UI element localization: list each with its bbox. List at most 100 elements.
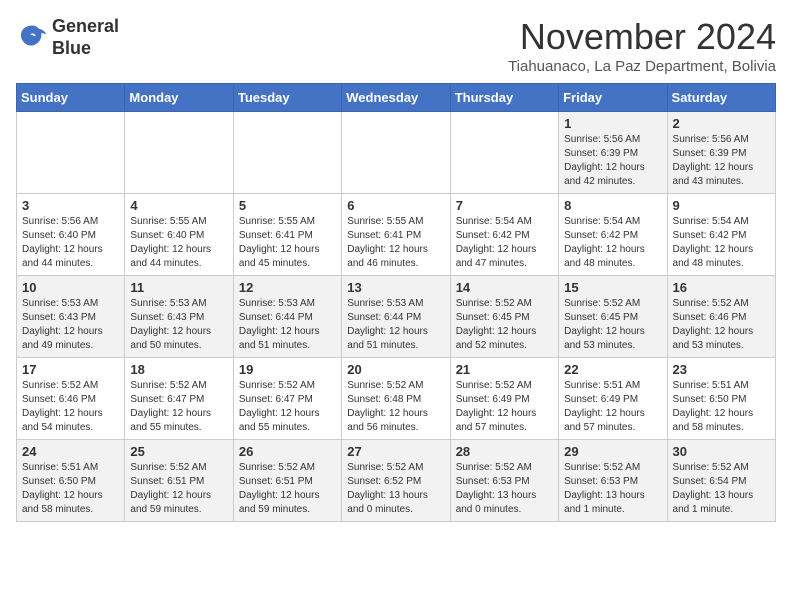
day-number: 2 bbox=[673, 116, 770, 131]
calendar-cell: 21 Sunrise: 5:52 AMSunset: 6:49 PMDayligh… bbox=[450, 358, 558, 440]
day-number: 1 bbox=[564, 116, 661, 131]
day-info: Sunrise: 5:52 AMSunset: 6:53 PMDaylight:… bbox=[564, 461, 661, 517]
day-number: 11 bbox=[130, 280, 227, 295]
day-info: Sunrise: 5:52 AMSunset: 6:46 PMDaylight:… bbox=[673, 297, 770, 353]
week-row-2: 3Sunrise: 5:56 AMSunset: 6:40 PMDaylight… bbox=[17, 194, 776, 276]
day-info: Sunrise: 5:54 AMSunset: 6:42 PMDaylight:… bbox=[673, 215, 770, 271]
day-number: 27 bbox=[347, 444, 444, 459]
day-number: 29 bbox=[564, 444, 661, 459]
calendar-cell: 1 Sunrise: 5:56 AMSunset: 6:39 PMDaylight… bbox=[559, 112, 667, 194]
logo-icon bbox=[16, 22, 48, 54]
calendar-cell: 26 Sunrise: 5:52 AMSunset: 6:51 PMDayligh… bbox=[233, 440, 341, 522]
day-info: Sunrise: 5:53 AMSunset: 6:43 PMDaylight:… bbox=[130, 297, 227, 353]
week-row-4: 17 Sunrise: 5:52 AMSunset: 6:46 PMDayligh… bbox=[17, 358, 776, 440]
day-info: Sunrise: 5:51 AMSunset: 6:50 PMDaylight:… bbox=[673, 379, 770, 435]
calendar-cell: 8 Sunrise: 5:54 AMSunset: 6:42 PMDaylight… bbox=[559, 194, 667, 276]
location-subtitle: Tiahuanaco, La Paz Department, Bolivia bbox=[508, 58, 776, 75]
day-number: 23 bbox=[673, 362, 770, 377]
day-info: Sunrise: 5:53 AMSunset: 6:44 PMDaylight:… bbox=[347, 297, 444, 353]
day-number: 15 bbox=[564, 280, 661, 295]
logo-text: General Blue bbox=[52, 16, 119, 59]
day-number: 30 bbox=[673, 444, 770, 459]
day-info: Sunrise: 5:52 AMSunset: 6:45 PMDaylight:… bbox=[564, 297, 661, 353]
calendar-cell: 9 Sunrise: 5:54 AMSunset: 6:42 PMDaylight… bbox=[667, 194, 775, 276]
day-info: Sunrise: 5:56 AMSunset: 6:39 PMDaylight:… bbox=[564, 133, 661, 189]
day-info: Sunrise: 5:56 AMSunset: 6:39 PMDaylight:… bbox=[673, 133, 770, 189]
day-info: Sunrise: 5:51 AMSunset: 6:49 PMDaylight:… bbox=[564, 379, 661, 435]
month-title: November 2024 bbox=[508, 16, 776, 58]
calendar-cell bbox=[233, 112, 341, 194]
day-number: 8 bbox=[564, 198, 661, 213]
day-info: Sunrise: 5:56 AMSunset: 6:40 PMDaylight:… bbox=[22, 215, 119, 271]
day-number: 16 bbox=[673, 280, 770, 295]
day-info: Sunrise: 5:52 AMSunset: 6:54 PMDaylight:… bbox=[673, 461, 770, 517]
day-info: Sunrise: 5:52 AMSunset: 6:48 PMDaylight:… bbox=[347, 379, 444, 435]
day-info: Sunrise: 5:54 AMSunset: 6:42 PMDaylight:… bbox=[456, 215, 553, 271]
day-info: Sunrise: 5:51 AMSunset: 6:50 PMDaylight:… bbox=[22, 461, 119, 517]
calendar-cell: 15 Sunrise: 5:52 AMSunset: 6:45 PMDayligh… bbox=[559, 276, 667, 358]
calendar-cell: 14Sunrise: 5:52 AMSunset: 6:45 PMDayligh… bbox=[450, 276, 558, 358]
calendar-cell bbox=[342, 112, 450, 194]
calendar-cell: 20Sunrise: 5:52 AMSunset: 6:48 PMDayligh… bbox=[342, 358, 450, 440]
calendar-cell: 19 Sunrise: 5:52 AMSunset: 6:47 PMDayligh… bbox=[233, 358, 341, 440]
calendar-cell: 24 Sunrise: 5:51 AMSunset: 6:50 PMDayligh… bbox=[17, 440, 125, 522]
calendar-cell: 28 Sunrise: 5:52 AMSunset: 6:53 PMDayligh… bbox=[450, 440, 558, 522]
calendar-cell: 7 Sunrise: 5:54 AMSunset: 6:42 PMDaylight… bbox=[450, 194, 558, 276]
day-info: Sunrise: 5:52 AMSunset: 6:47 PMDaylight:… bbox=[239, 379, 336, 435]
week-row-3: 10Sunrise: 5:53 AMSunset: 6:43 PMDayligh… bbox=[17, 276, 776, 358]
day-info: Sunrise: 5:55 AMSunset: 6:40 PMDaylight:… bbox=[130, 215, 227, 271]
header-thursday: Thursday bbox=[450, 84, 558, 112]
calendar-cell: 6Sunrise: 5:55 AMSunset: 6:41 PMDaylight… bbox=[342, 194, 450, 276]
logo: General Blue bbox=[16, 16, 119, 59]
day-info: Sunrise: 5:54 AMSunset: 6:42 PMDaylight:… bbox=[564, 215, 661, 271]
day-info: Sunrise: 5:55 AMSunset: 6:41 PMDaylight:… bbox=[347, 215, 444, 271]
week-row-5: 24 Sunrise: 5:51 AMSunset: 6:50 PMDayligh… bbox=[17, 440, 776, 522]
calendar-cell: 13 Sunrise: 5:53 AMSunset: 6:44 PMDayligh… bbox=[342, 276, 450, 358]
day-info: Sunrise: 5:52 AMSunset: 6:52 PMDaylight:… bbox=[347, 461, 444, 517]
calendar-cell: 2 Sunrise: 5:56 AMSunset: 6:39 PMDaylight… bbox=[667, 112, 775, 194]
calendar-cell: 16 Sunrise: 5:52 AMSunset: 6:46 PMDayligh… bbox=[667, 276, 775, 358]
page-header: General Blue November 2024 Tiahuanaco, L… bbox=[16, 16, 776, 75]
day-info: Sunrise: 5:52 AMSunset: 6:46 PMDaylight:… bbox=[22, 379, 119, 435]
day-info: Sunrise: 5:52 AMSunset: 6:47 PMDaylight:… bbox=[130, 379, 227, 435]
day-number: 21 bbox=[456, 362, 553, 377]
calendar-cell: 11 Sunrise: 5:53 AMSunset: 6:43 PMDayligh… bbox=[125, 276, 233, 358]
calendar-cell bbox=[450, 112, 558, 194]
day-info: Sunrise: 5:52 AMSunset: 6:53 PMDaylight:… bbox=[456, 461, 553, 517]
calendar-cell: 12Sunrise: 5:53 AMSunset: 6:44 PMDayligh… bbox=[233, 276, 341, 358]
day-number: 28 bbox=[456, 444, 553, 459]
day-number: 19 bbox=[239, 362, 336, 377]
day-number: 24 bbox=[22, 444, 119, 459]
day-number: 26 bbox=[239, 444, 336, 459]
calendar-cell: 29 Sunrise: 5:52 AMSunset: 6:53 PMDayligh… bbox=[559, 440, 667, 522]
calendar-cell: 5Sunrise: 5:55 AMSunset: 6:41 PMDaylight… bbox=[233, 194, 341, 276]
calendar-cell: 10Sunrise: 5:53 AMSunset: 6:43 PMDayligh… bbox=[17, 276, 125, 358]
day-number: 13 bbox=[347, 280, 444, 295]
day-number: 22 bbox=[564, 362, 661, 377]
day-info: Sunrise: 5:52 AMSunset: 6:49 PMDaylight:… bbox=[456, 379, 553, 435]
calendar-cell: 22 Sunrise: 5:51 AMSunset: 6:49 PMDayligh… bbox=[559, 358, 667, 440]
calendar-header-row: SundayMondayTuesdayWednesdayThursdayFrid… bbox=[17, 84, 776, 112]
day-number: 5 bbox=[239, 198, 336, 213]
day-info: Sunrise: 5:52 AMSunset: 6:51 PMDaylight:… bbox=[130, 461, 227, 517]
calendar-cell: 27 Sunrise: 5:52 AMSunset: 6:52 PMDayligh… bbox=[342, 440, 450, 522]
day-info: Sunrise: 5:52 AMSunset: 6:51 PMDaylight:… bbox=[239, 461, 336, 517]
header-monday: Monday bbox=[125, 84, 233, 112]
week-row-1: 1 Sunrise: 5:56 AMSunset: 6:39 PMDaylight… bbox=[17, 112, 776, 194]
day-number: 7 bbox=[456, 198, 553, 213]
day-number: 9 bbox=[673, 198, 770, 213]
day-info: Sunrise: 5:52 AMSunset: 6:45 PMDaylight:… bbox=[456, 297, 553, 353]
header-tuesday: Tuesday bbox=[233, 84, 341, 112]
day-number: 25 bbox=[130, 444, 227, 459]
calendar-cell: 25 Sunrise: 5:52 AMSunset: 6:51 PMDayligh… bbox=[125, 440, 233, 522]
calendar-cell: 17 Sunrise: 5:52 AMSunset: 6:46 PMDayligh… bbox=[17, 358, 125, 440]
day-number: 4 bbox=[130, 198, 227, 213]
header-saturday: Saturday bbox=[667, 84, 775, 112]
day-info: Sunrise: 5:53 AMSunset: 6:43 PMDaylight:… bbox=[22, 297, 119, 353]
day-number: 17 bbox=[22, 362, 119, 377]
calendar-table: SundayMondayTuesdayWednesdayThursdayFrid… bbox=[16, 83, 776, 522]
day-info: Sunrise: 5:53 AMSunset: 6:44 PMDaylight:… bbox=[239, 297, 336, 353]
header-sunday: Sunday bbox=[17, 84, 125, 112]
calendar-cell bbox=[125, 112, 233, 194]
calendar-cell: 23 Sunrise: 5:51 AMSunset: 6:50 PMDayligh… bbox=[667, 358, 775, 440]
